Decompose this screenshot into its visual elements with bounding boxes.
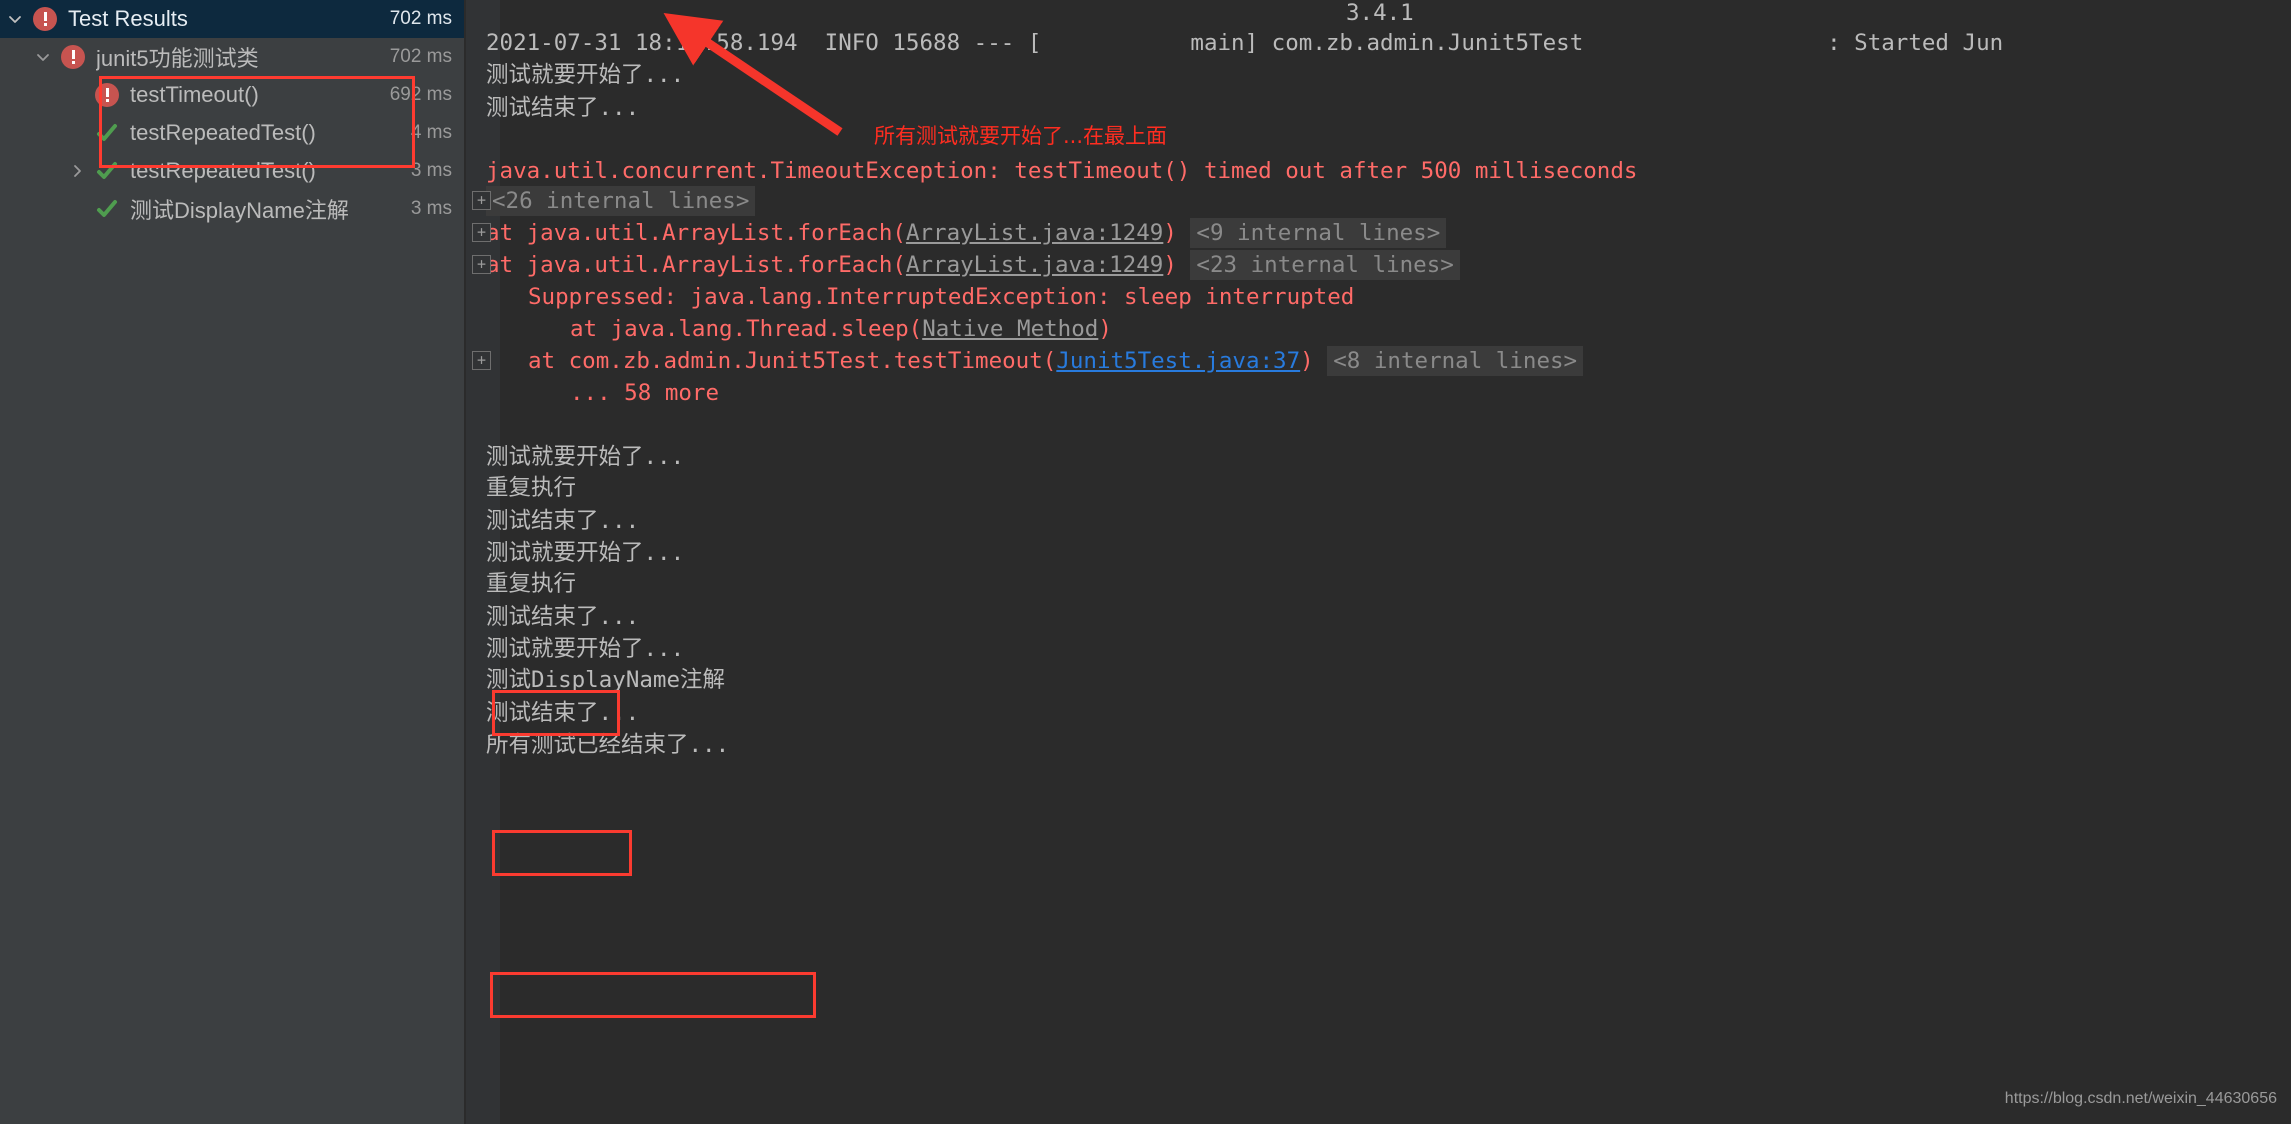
console-line-more-58: ... 58 more [570, 380, 720, 406]
tree-row-duration: 4 ms [410, 122, 452, 143]
tree-row-duration: 3 ms [410, 198, 452, 219]
frame-tail: ) [1300, 348, 1314, 374]
stack-link-junit5test-java-37[interactable]: Junit5Test.java:37 [1056, 348, 1300, 374]
tree-row-test-repeated-test-1[interactable]: testRepeatedTest() 4 ms [0, 114, 466, 152]
tree-row-duration: 692 ms [389, 84, 452, 105]
console-line-test-end-0: 测试结束了... [486, 95, 640, 121]
error-icon [92, 80, 122, 110]
chevron-down-icon[interactable] [28, 48, 58, 66]
tree-row-test-results[interactable]: Test Results 702 ms [0, 0, 466, 38]
tree-row-test-repeated-test-2[interactable]: testRepeatedTest() 3 ms [0, 152, 466, 190]
chevron-right-icon[interactable] [62, 162, 92, 180]
chevron-down-icon[interactable] [0, 10, 30, 28]
expand-icon-internal-26[interactable]: + [472, 191, 491, 210]
watermark-url: https://blog.csdn.net/weixin_44630656 [2004, 1090, 2277, 1107]
tree-row-duration: 3 ms [410, 160, 452, 181]
tree-row-label: testTimeout() [130, 82, 259, 107]
tree-row-label: testRepeatedTest() [130, 158, 316, 183]
ide-test-runner-window: Test Results 702 ms junit5功能测试类 702 ms t… [0, 0, 2291, 1124]
check-icon [92, 194, 122, 224]
console-line-startup-log: 2021-07-31 18:17:58.194 INFO 15688 --- [… [486, 30, 2004, 56]
tree-row-test-timeout[interactable]: testTimeout() 692 ms [0, 76, 466, 114]
internal-lines-label[interactable]: <8 internal lines> [1327, 346, 1584, 376]
expand-icon-internal-9[interactable]: + [472, 223, 491, 242]
console-text: 3.4.1 2021-07-31 18:17:58.194 INFO 15688… [466, 0, 2291, 1124]
tree-row-label: junit5功能测试类 [96, 46, 259, 71]
error-icon [58, 42, 88, 72]
check-icon [92, 156, 122, 186]
tree-row-label: 测试DisplayName注解 [130, 198, 349, 223]
expand-icon-internal-23[interactable]: + [472, 255, 491, 274]
annotation-note: 所有测试就要开始了...在最上面 [874, 124, 1168, 148]
tree-row-label: testRepeatedTest() [130, 120, 316, 145]
check-icon [92, 118, 122, 148]
console-line-all-done: 所有测试已经结束了... [486, 732, 730, 758]
error-icon [30, 4, 60, 34]
console-output-panel[interactable]: 3.4.1 2021-07-31 18:17:58.194 INFO 15688… [466, 0, 2291, 1124]
tree-row-duration: 702 ms [389, 8, 452, 29]
tree-row-duration: 702 ms [389, 46, 452, 67]
tree-row-display-name-test[interactable]: 测试DisplayName注解 3 ms [0, 190, 466, 228]
test-results-tree-panel: Test Results 702 ms junit5功能测试类 702 ms t… [0, 0, 466, 1124]
tree-row-label: Test Results [68, 6, 188, 31]
expand-icon-internal-8[interactable]: + [472, 351, 491, 370]
tree-row-junit5-test-class[interactable]: junit5功能测试类 702 ms [0, 38, 466, 76]
